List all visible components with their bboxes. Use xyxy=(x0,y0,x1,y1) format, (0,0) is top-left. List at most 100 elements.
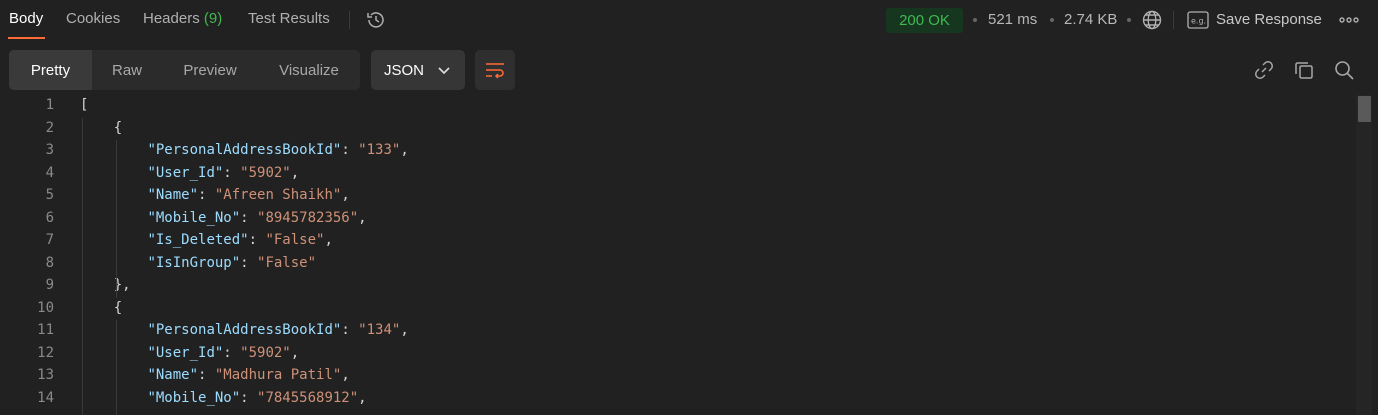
line-number: 10 xyxy=(37,299,54,316)
json-property: "User_Id": "5902", xyxy=(147,164,300,181)
line-number: 6 xyxy=(45,209,54,226)
more-options-icon[interactable] xyxy=(1339,12,1359,28)
json-key: "Mobile_No" xyxy=(147,389,241,406)
line-number: 13 xyxy=(37,367,54,383)
indent-guide xyxy=(115,140,117,298)
json-bracket: { xyxy=(113,119,123,136)
search-icon[interactable] xyxy=(1333,59,1355,81)
active-tab-indicator xyxy=(8,37,45,39)
code-line: 12 "User_Id": "5902", xyxy=(0,343,1355,365)
code-line: 14 "Mobile_No": "7845568912", xyxy=(0,388,1355,410)
vertical-scrollbar-thumb[interactable] xyxy=(1358,96,1371,122)
tab-test-results[interactable]: Test Results xyxy=(248,10,330,27)
view-mode-raw[interactable]: Raw xyxy=(92,50,162,90)
json-string-value: "134" xyxy=(358,322,401,338)
wrap-lines-icon xyxy=(486,63,504,79)
line-number: 12 xyxy=(37,344,54,361)
line-number: 3 xyxy=(45,142,54,158)
code-line: 2{ xyxy=(0,118,1355,140)
line-number: 4 xyxy=(45,164,54,181)
separator-dot xyxy=(1050,18,1054,22)
format-dropdown[interactable]: JSON xyxy=(371,50,465,90)
save-response-button[interactable]: Save Response xyxy=(1216,11,1322,28)
json-key: "PersonalAddressBookId" xyxy=(147,142,342,158)
separator-dot xyxy=(1127,18,1131,22)
code-line: 11 "PersonalAddressBookId": "134", xyxy=(0,320,1355,342)
code-line: 9}, xyxy=(0,275,1355,297)
chevron-down-icon xyxy=(438,67,450,75)
view-mode-selector: Pretty Raw Preview Visualize xyxy=(9,50,360,90)
view-mode-preview[interactable]: Preview xyxy=(162,50,258,90)
json-key: "Name" xyxy=(147,187,199,203)
json-key: "Name" xyxy=(147,367,199,383)
json-key: "PersonalAddressBookId" xyxy=(147,322,342,338)
word-wrap-button[interactable] xyxy=(475,50,515,90)
json-property: "Name": "Madhura Patil", xyxy=(147,367,350,383)
json-string-value: "5902" xyxy=(240,344,291,361)
separator-dot xyxy=(973,18,977,22)
line-number: 14 xyxy=(37,389,54,406)
json-string-value: "False" xyxy=(265,232,325,248)
json-property: "Mobile_No": "7845568912", xyxy=(147,389,367,406)
json-string-value: "Madhura Patil" xyxy=(214,367,342,383)
code-line: 4 "User_Id": "5902", xyxy=(0,163,1355,185)
json-key: "Mobile_No" xyxy=(147,209,241,226)
response-time[interactable]: 521 ms xyxy=(988,11,1037,28)
save-response-icon[interactable]: e.g. xyxy=(1187,11,1209,29)
json-string-value: "False" xyxy=(257,254,317,271)
line-number: 9 xyxy=(45,277,54,293)
status-badge[interactable]: 200 OK xyxy=(886,8,963,33)
code-line: 7 "Is_Deleted": "False", xyxy=(0,230,1355,252)
line-number: 11 xyxy=(37,322,54,338)
indent-guide xyxy=(82,117,83,415)
code-line: 1[ xyxy=(0,95,1355,117)
response-tabs-bar: Body Cookies Headers (9) Test Results 20… xyxy=(0,0,1378,40)
response-size[interactable]: 2.74 KB xyxy=(1064,11,1117,28)
json-property: "Is_Deleted": "False", xyxy=(147,232,333,248)
json-string-value: "5902" xyxy=(240,164,291,181)
code-line: 6 "Mobile_No": "8945782356", xyxy=(0,208,1355,230)
globe-icon[interactable] xyxy=(1141,9,1163,31)
json-property: "IsInGroup": "False" xyxy=(147,254,317,271)
json-bracket: [ xyxy=(80,97,89,113)
vertical-scrollbar-track[interactable] xyxy=(1356,95,1372,415)
json-string-value: "Afreen Shaikh" xyxy=(214,187,342,203)
line-number: 7 xyxy=(45,232,54,248)
tab-headers[interactable]: Headers (9) xyxy=(143,10,222,27)
code-line: 10 { xyxy=(0,298,1355,320)
tab-body[interactable]: Body xyxy=(9,10,43,27)
line-number: 2 xyxy=(45,119,54,136)
tab-headers-label: Headers xyxy=(143,10,200,27)
view-mode-visualize[interactable]: Visualize xyxy=(258,50,360,90)
line-number: 5 xyxy=(45,187,54,203)
copy-icon[interactable] xyxy=(1293,59,1315,81)
json-key: "User_Id" xyxy=(147,164,224,181)
response-body-editor[interactable]: 1[2{3 "PersonalAddressBookId": "133", 4 "Us… xyxy=(0,95,1355,415)
json-bracket: { xyxy=(113,299,123,316)
format-dropdown-value: JSON xyxy=(384,61,425,79)
json-property: "Name": "Afreen Shaikh", xyxy=(147,187,350,203)
svg-text:e.g.: e.g. xyxy=(1191,17,1206,26)
line-number: 8 xyxy=(45,254,54,271)
json-property: "Mobile_No": "8945782356", xyxy=(147,209,367,226)
json-property: "PersonalAddressBookId": "133", xyxy=(147,142,409,158)
json-property: "PersonalAddressBookId": "134", xyxy=(147,322,409,338)
json-property: "User_Id": "5902", xyxy=(147,344,300,361)
line-number: 1 xyxy=(45,97,54,113)
status-code: 200 OK xyxy=(899,12,950,29)
headers-count: (9) xyxy=(203,10,223,27)
tab-cookies[interactable]: Cookies xyxy=(66,10,120,27)
json-key: "User_Id" xyxy=(147,344,224,361)
tab-divider xyxy=(349,11,350,29)
history-icon[interactable] xyxy=(365,9,387,31)
json-key: "IsInGroup" xyxy=(147,254,241,271)
link-icon[interactable] xyxy=(1253,59,1275,81)
json-string-value: "7845568912" xyxy=(257,389,359,406)
code-line: 3 "PersonalAddressBookId": "133", xyxy=(0,140,1355,162)
code-line: 8 "IsInGroup": "False" xyxy=(0,253,1355,275)
indent-guide xyxy=(115,320,117,415)
json-string-value: "8945782356" xyxy=(257,209,359,226)
toolbar-divider xyxy=(1173,11,1174,29)
code-line: 13 "Name": "Madhura Patil", xyxy=(0,365,1355,387)
view-mode-pretty[interactable]: Pretty xyxy=(9,50,92,90)
